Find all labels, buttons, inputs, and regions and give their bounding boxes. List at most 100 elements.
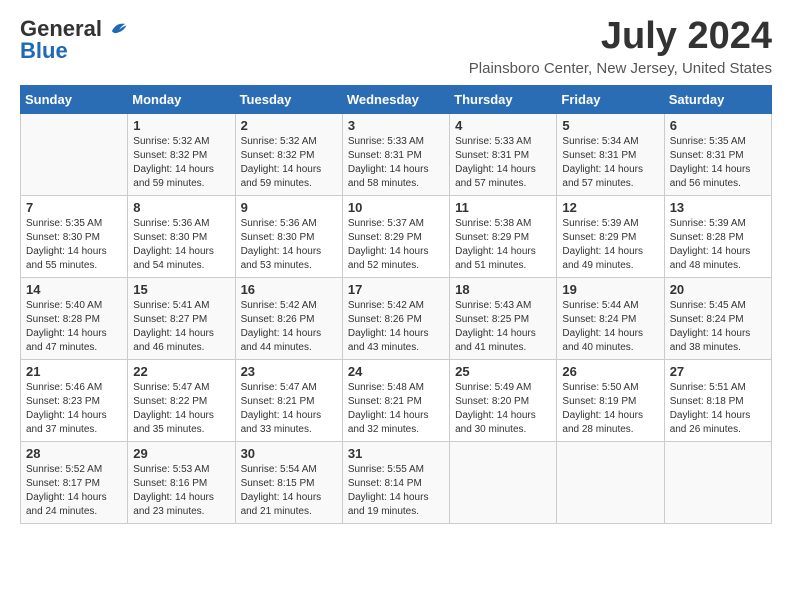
calendar-day-cell: 9 Sunrise: 5:36 AM Sunset: 8:30 PM Daylig… (235, 195, 342, 277)
day-info: Sunrise: 5:41 AM Sunset: 8:27 PM Dayligh… (133, 299, 229, 355)
calendar-day-cell: 17Sunrise: 5:42 AM Sunset: 8:26 PM Dayli… (342, 277, 449, 359)
calendar-day-cell: 8Sunrise: 5:36 AM Sunset: 8:30 PM Daylig… (128, 195, 235, 277)
weekday-header-tuesday: Tuesday (235, 85, 342, 113)
logo-bird-icon (106, 20, 128, 38)
day-number: 29 (133, 446, 229, 461)
day-number: 11 (455, 200, 551, 215)
day-info: Sunrise: 5:37 AM Sunset: 8:29 PM Dayligh… (348, 217, 444, 273)
calendar-week-row: 1Sunrise: 5:32 AM Sunset: 8:32 PM Daylig… (21, 113, 772, 195)
calendar-day-cell: 5 Sunrise: 5:34 AM Sunset: 8:31 PM Daylig… (557, 113, 664, 195)
day-info: Sunrise: 5:34 AM Sunset: 8:31 PM Dayligh… (562, 135, 658, 191)
calendar-day-cell: 14Sunrise: 5:40 AM Sunset: 8:28 PM Dayli… (21, 277, 128, 359)
day-info: Sunrise: 5:36 AM Sunset: 8:30 PM Dayligh… (241, 217, 337, 273)
calendar-day-cell: 23 Sunrise: 5:47 AM Sunset: 8:21 PM Dayli… (235, 359, 342, 441)
day-number: 24 (348, 364, 444, 379)
day-number: 4 (455, 118, 551, 133)
calendar-day-cell: 2 Sunrise: 5:32 AM Sunset: 8:32 PM Daylig… (235, 113, 342, 195)
calendar-day-cell: 7Sunrise: 5:35 AM Sunset: 8:30 PM Daylig… (21, 195, 128, 277)
calendar-day-cell: 25Sunrise: 5:49 AM Sunset: 8:20 PM Dayli… (450, 359, 557, 441)
weekday-header-sunday: Sunday (21, 85, 128, 113)
calendar-day-cell: 22 Sunrise: 5:47 AM Sunset: 8:22 PM Dayli… (128, 359, 235, 441)
calendar-day-cell: 29 Sunrise: 5:53 AM Sunset: 8:16 PM Dayli… (128, 441, 235, 523)
calendar-week-row: 14Sunrise: 5:40 AM Sunset: 8:28 PM Dayli… (21, 277, 772, 359)
day-info: Sunrise: 5:45 AM Sunset: 8:24 PM Dayligh… (670, 299, 766, 355)
day-number: 20 (670, 282, 766, 297)
day-number: 23 (241, 364, 337, 379)
day-info: Sunrise: 5:32 AM Sunset: 8:32 PM Dayligh… (241, 135, 337, 191)
day-number: 2 (241, 118, 337, 133)
calendar-day-cell: 6 Sunrise: 5:35 AM Sunset: 8:31 PM Daylig… (664, 113, 771, 195)
calendar-header: SundayMondayTuesdayWednesdayThursdayFrid… (21, 85, 772, 113)
day-number: 18 (455, 282, 551, 297)
day-info: Sunrise: 5:35 AM Sunset: 8:31 PM Dayligh… (670, 135, 766, 191)
day-info: Sunrise: 5:38 AM Sunset: 8:29 PM Dayligh… (455, 217, 551, 273)
day-number: 21 (26, 364, 122, 379)
day-number: 3 (348, 118, 444, 133)
day-number: 30 (241, 446, 337, 461)
weekday-header-monday: Monday (128, 85, 235, 113)
day-number: 16 (241, 282, 337, 297)
calendar-day-cell: 10 Sunrise: 5:37 AM Sunset: 8:29 PM Dayli… (342, 195, 449, 277)
calendar-week-row: 7Sunrise: 5:35 AM Sunset: 8:30 PM Daylig… (21, 195, 772, 277)
calendar-day-cell: 30 Sunrise: 5:54 AM Sunset: 8:15 PM Dayli… (235, 441, 342, 523)
day-info: Sunrise: 5:33 AM Sunset: 8:31 PM Dayligh… (455, 135, 551, 191)
calendar-day-cell: 13Sunrise: 5:39 AM Sunset: 8:28 PM Dayli… (664, 195, 771, 277)
day-info: Sunrise: 5:53 AM Sunset: 8:16 PM Dayligh… (133, 463, 229, 519)
day-info: Sunrise: 5:46 AM Sunset: 8:23 PM Dayligh… (26, 381, 122, 437)
day-info: Sunrise: 5:40 AM Sunset: 8:28 PM Dayligh… (26, 299, 122, 355)
day-number: 6 (670, 118, 766, 133)
calendar-day-cell (450, 441, 557, 523)
weekday-header-friday: Friday (557, 85, 664, 113)
calendar-day-cell: 15 Sunrise: 5:41 AM Sunset: 8:27 PM Dayli… (128, 277, 235, 359)
header: General Blue July 2024 Plainsboro Center… (20, 16, 772, 77)
day-number: 12 (562, 200, 658, 215)
logo-blue-text: Blue (20, 38, 68, 64)
calendar-day-cell: 16 Sunrise: 5:42 AM Sunset: 8:26 PM Dayli… (235, 277, 342, 359)
day-info: Sunrise: 5:33 AM Sunset: 8:31 PM Dayligh… (348, 135, 444, 191)
day-info: Sunrise: 5:47 AM Sunset: 8:22 PM Dayligh… (133, 381, 229, 437)
day-number: 31 (348, 446, 444, 461)
day-number: 5 (562, 118, 658, 133)
day-info: Sunrise: 5:51 AM Sunset: 8:18 PM Dayligh… (670, 381, 766, 437)
title-area: July 2024 Plainsboro Center, New Jersey,… (469, 16, 772, 77)
calendar-week-row: 28Sunrise: 5:52 AM Sunset: 8:17 PM Dayli… (21, 441, 772, 523)
calendar-day-cell: 19 Sunrise: 5:44 AM Sunset: 8:24 PM Dayli… (557, 277, 664, 359)
day-number: 17 (348, 282, 444, 297)
calendar-body: 1Sunrise: 5:32 AM Sunset: 8:32 PM Daylig… (21, 113, 772, 523)
day-info: Sunrise: 5:54 AM Sunset: 8:15 PM Dayligh… (241, 463, 337, 519)
calendar-day-cell (664, 441, 771, 523)
weekday-header-thursday: Thursday (450, 85, 557, 113)
day-info: Sunrise: 5:32 AM Sunset: 8:32 PM Dayligh… (133, 135, 229, 191)
day-number: 10 (348, 200, 444, 215)
day-number: 7 (26, 200, 122, 215)
day-number: 19 (562, 282, 658, 297)
weekday-header-saturday: Saturday (664, 85, 771, 113)
calendar-day-cell: 20 Sunrise: 5:45 AM Sunset: 8:24 PM Dayli… (664, 277, 771, 359)
calendar-day-cell: 26Sunrise: 5:50 AM Sunset: 8:19 PM Dayli… (557, 359, 664, 441)
day-number: 27 (670, 364, 766, 379)
day-number: 13 (670, 200, 766, 215)
day-info: Sunrise: 5:44 AM Sunset: 8:24 PM Dayligh… (562, 299, 658, 355)
calendar-day-cell: 12 Sunrise: 5:39 AM Sunset: 8:29 PM Dayli… (557, 195, 664, 277)
day-number: 9 (241, 200, 337, 215)
calendar-day-cell: 11 Sunrise: 5:38 AM Sunset: 8:29 PM Dayli… (450, 195, 557, 277)
calendar-day-cell: 3 Sunrise: 5:33 AM Sunset: 8:31 PM Daylig… (342, 113, 449, 195)
day-number: 22 (133, 364, 229, 379)
weekday-header-wednesday: Wednesday (342, 85, 449, 113)
calendar-day-cell: 18Sunrise: 5:43 AM Sunset: 8:25 PM Dayli… (450, 277, 557, 359)
day-number: 15 (133, 282, 229, 297)
day-info: Sunrise: 5:48 AM Sunset: 8:21 PM Dayligh… (348, 381, 444, 437)
logo: General Blue (20, 16, 128, 64)
day-info: Sunrise: 5:55 AM Sunset: 8:14 PM Dayligh… (348, 463, 444, 519)
calendar-day-cell: 1Sunrise: 5:32 AM Sunset: 8:32 PM Daylig… (128, 113, 235, 195)
calendar-table: SundayMondayTuesdayWednesdayThursdayFrid… (20, 85, 772, 524)
calendar-day-cell: 28Sunrise: 5:52 AM Sunset: 8:17 PM Dayli… (21, 441, 128, 523)
location-title: Plainsboro Center, New Jersey, United St… (469, 60, 772, 77)
weekday-header-row: SundayMondayTuesdayWednesdayThursdayFrid… (21, 85, 772, 113)
day-info: Sunrise: 5:39 AM Sunset: 8:29 PM Dayligh… (562, 217, 658, 273)
day-info: Sunrise: 5:49 AM Sunset: 8:20 PM Dayligh… (455, 381, 551, 437)
day-info: Sunrise: 5:42 AM Sunset: 8:26 PM Dayligh… (241, 299, 337, 355)
day-info: Sunrise: 5:47 AM Sunset: 8:21 PM Dayligh… (241, 381, 337, 437)
calendar-day-cell (557, 441, 664, 523)
month-title: July 2024 (469, 16, 772, 58)
